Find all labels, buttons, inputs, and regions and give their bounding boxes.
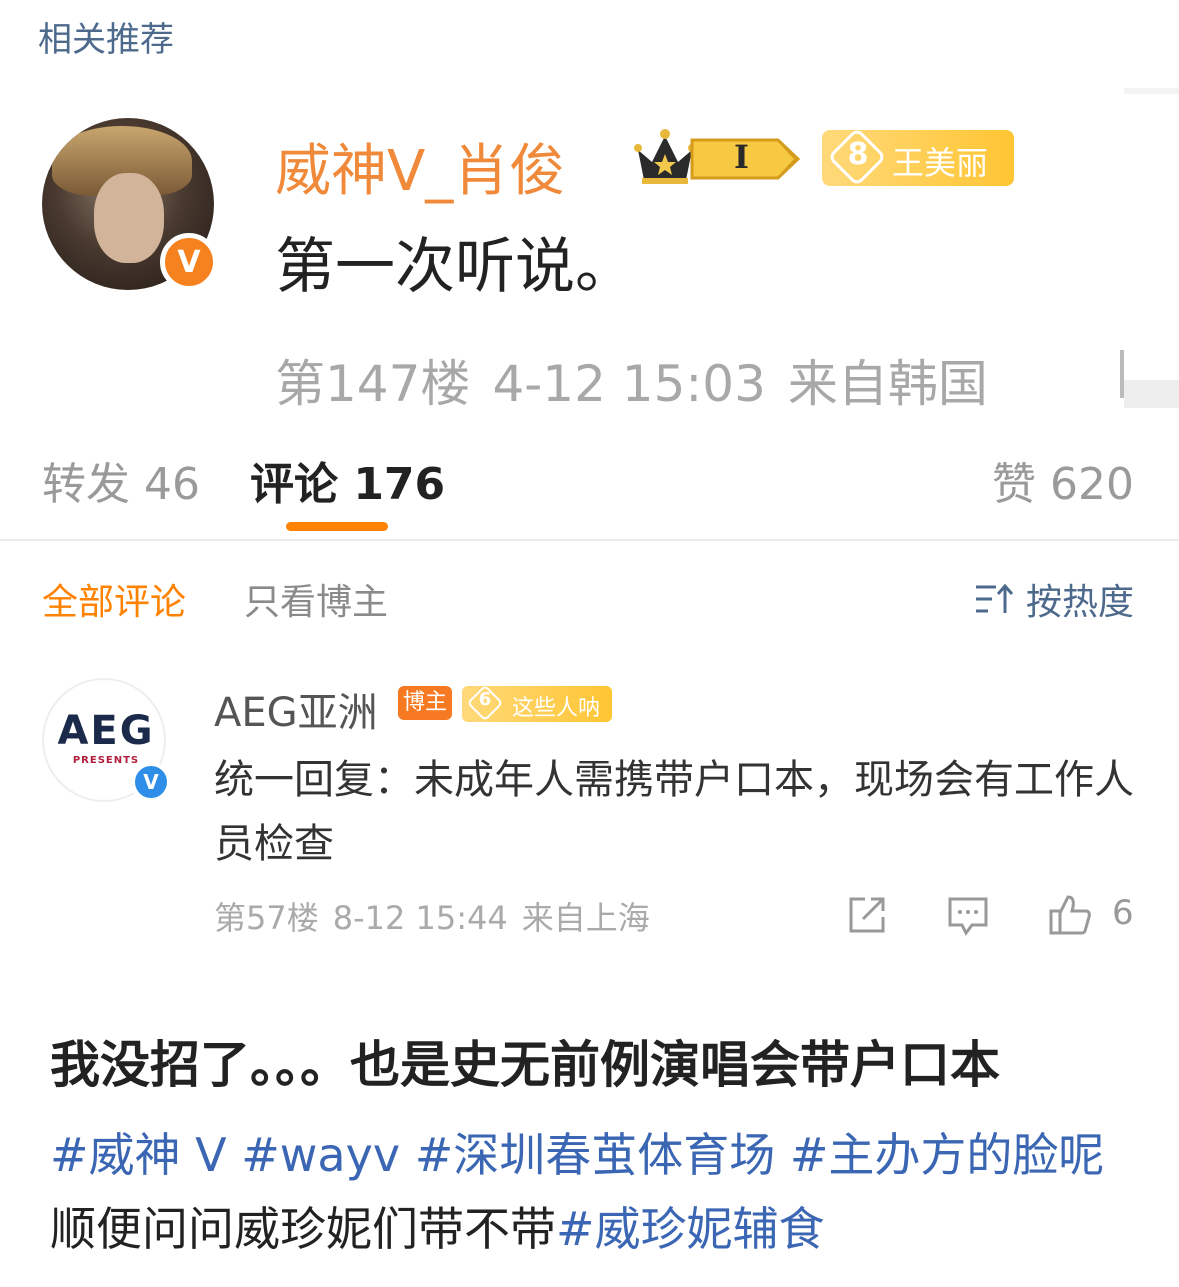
comment-floor: 第57楼 — [214, 899, 319, 937]
post-content: 第一次听说。 — [275, 232, 635, 302]
post-meta: 第147楼 4-12 15:03 来自韩国 — [275, 344, 1010, 416]
comment-meta: 第57楼 8-12 15:44 来自上海 — [214, 893, 664, 939]
sort-icon — [975, 583, 1014, 613]
verified-blue-v-icon: V — [131, 762, 171, 802]
hashtag-link[interactable]: #主办方的脸呢 — [790, 1128, 1105, 1182]
post-floor: 第147楼 — [275, 355, 471, 413]
caption-tags: #威神 V #wayv #深圳春茧体育场 #主办方的脸呢 顺便问问威珍妮们带不带… — [50, 1118, 1150, 1266]
hashtag-link[interactable]: #威珍妮辅食 — [556, 1202, 825, 1256]
filter-all-comments[interactable]: 全部评论 — [42, 573, 186, 625]
hashtag-link[interactable]: #威神 V — [50, 1128, 227, 1182]
member-level-text: I — [734, 138, 749, 176]
post-time: 4-12 15:03 — [492, 355, 766, 413]
comment-text: 统一回复：未成年人需携带户口本，现场会有工作人员检查 — [214, 757, 1134, 867]
comment-icon[interactable] — [946, 893, 990, 937]
aeg-logo: AEG — [57, 708, 155, 754]
comment-username[interactable]: AEG亚洲 — [214, 680, 378, 738]
hashtag-link[interactable]: #wayv — [241, 1128, 400, 1182]
sort-by-popularity-button[interactable]: 按热度 — [974, 573, 1134, 625]
caption-title: 我没招了。。。也是史无前例演唱会带户口本 — [50, 1036, 1000, 1094]
right-edge-shadow — [1124, 380, 1179, 408]
tab-likes[interactable]: 赞 620 — [992, 448, 1134, 512]
post-location: 来自韩国 — [787, 355, 988, 413]
fan-club-name: 王美丽 — [892, 144, 989, 182]
fan-level-number: 8 — [847, 137, 869, 172]
comment-like-count: 6 — [1112, 893, 1134, 933]
sort-label: 按热度 — [1025, 582, 1134, 623]
active-tab-indicator — [286, 522, 388, 531]
tabs-divider — [0, 539, 1179, 541]
hashtag-link[interactable]: #深圳春茧体育场 — [415, 1128, 776, 1182]
comment-fan-name: 这些人呐 — [512, 696, 601, 721]
tab-repost[interactable]: 转发 46 — [42, 448, 200, 512]
comment-fan-level: 6 — [478, 689, 492, 710]
top-edge-shadow — [1124, 88, 1179, 94]
related-recommendations-label: 相关推荐 — [38, 20, 174, 60]
caption-plain-text: 顺便问问威珍妮们带不带 — [50, 1202, 556, 1256]
like-icon[interactable] — [1048, 893, 1092, 937]
filter-host-only[interactable]: 只看博主 — [244, 573, 388, 625]
avatar-face — [94, 173, 164, 263]
host-badge: 博主 — [398, 686, 452, 720]
comment-location: 来自上海 — [521, 899, 650, 937]
post-username[interactable]: 威神V_肖俊 — [275, 126, 565, 207]
comment-time: 8-12 15:44 — [332, 899, 508, 937]
tab-comments[interactable]: 评论 176 — [250, 448, 445, 512]
crown-icon — [634, 129, 696, 184]
share-icon[interactable] — [845, 893, 889, 937]
verified-orange-v-icon: V — [160, 233, 218, 291]
